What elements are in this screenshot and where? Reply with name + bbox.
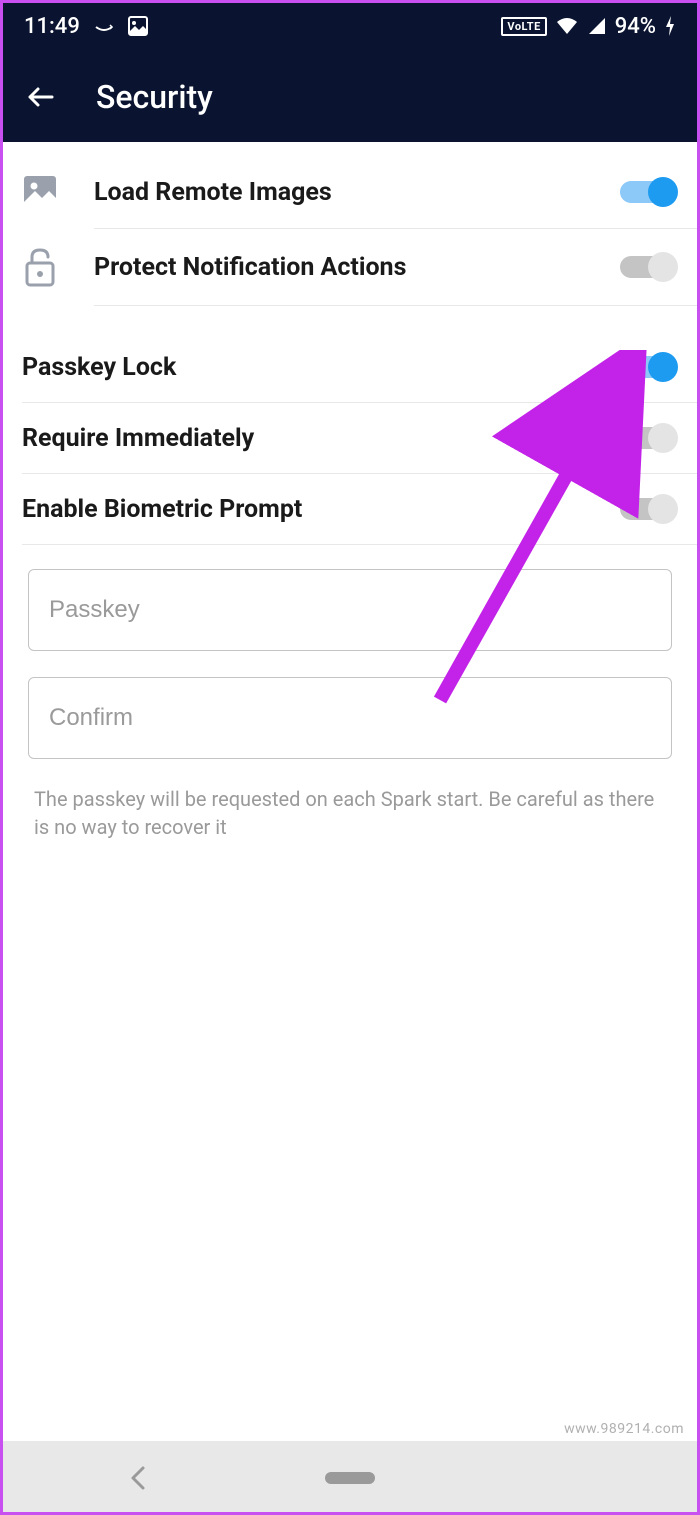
statusbar-left: 11:49: [24, 14, 148, 39]
toggle-require-immediately[interactable]: [620, 421, 678, 455]
appbar: Security: [0, 52, 700, 142]
unlock-icon: [22, 247, 94, 287]
wifi-icon: [555, 16, 579, 36]
back-arrow-icon[interactable]: [24, 81, 56, 113]
setting-label: Passkey Lock: [22, 353, 620, 382]
setting-label: Load Remote Images: [94, 178, 620, 207]
signal-icon: [587, 16, 607, 36]
volte-icon: VoLTE: [501, 17, 546, 36]
nav-back-icon[interactable]: [129, 1464, 147, 1492]
passkey-hint: The passkey will be requested on each Sp…: [28, 785, 672, 841]
image-icon: [22, 174, 94, 210]
battery-percent: 94%: [615, 14, 656, 39]
page-title: Security: [96, 78, 213, 116]
setting-require-immediately[interactable]: Require Immediately: [0, 403, 700, 473]
passkey-input[interactable]: [28, 569, 672, 651]
setting-protect-notification-actions[interactable]: Protect Notification Actions: [0, 229, 700, 305]
passkey-form: The passkey will be requested on each Sp…: [0, 545, 700, 841]
toggle-enable-biometric-prompt[interactable]: [620, 492, 678, 526]
statusbar-time: 11:49: [24, 14, 80, 39]
toggle-load-remote-images[interactable]: [620, 175, 678, 209]
charging-icon: [664, 15, 676, 37]
android-navbar: [0, 1441, 700, 1515]
setting-label: Enable Biometric Prompt: [22, 495, 620, 524]
setting-load-remote-images[interactable]: Load Remote Images: [0, 156, 700, 228]
statusbar-right: VoLTE 94%: [501, 14, 676, 39]
nav-home-pill[interactable]: [325, 1472, 375, 1484]
watermark: www.989214.com: [564, 1421, 684, 1437]
content: Load Remote Images Protect Notification …: [0, 142, 700, 841]
setting-label: Protect Notification Actions: [94, 253, 620, 282]
toggle-passkey-lock[interactable]: [620, 350, 678, 384]
image-notification-icon: [128, 16, 148, 36]
setting-passkey-lock[interactable]: Passkey Lock: [0, 332, 700, 402]
amazon-icon: [94, 19, 114, 33]
setting-label: Require Immediately: [22, 424, 620, 453]
toggle-protect-notification-actions[interactable]: [620, 250, 678, 284]
confirm-input[interactable]: [28, 677, 672, 759]
setting-enable-biometric-prompt[interactable]: Enable Biometric Prompt: [0, 474, 700, 544]
statusbar: 11:49 VoLTE 94%: [0, 0, 700, 52]
